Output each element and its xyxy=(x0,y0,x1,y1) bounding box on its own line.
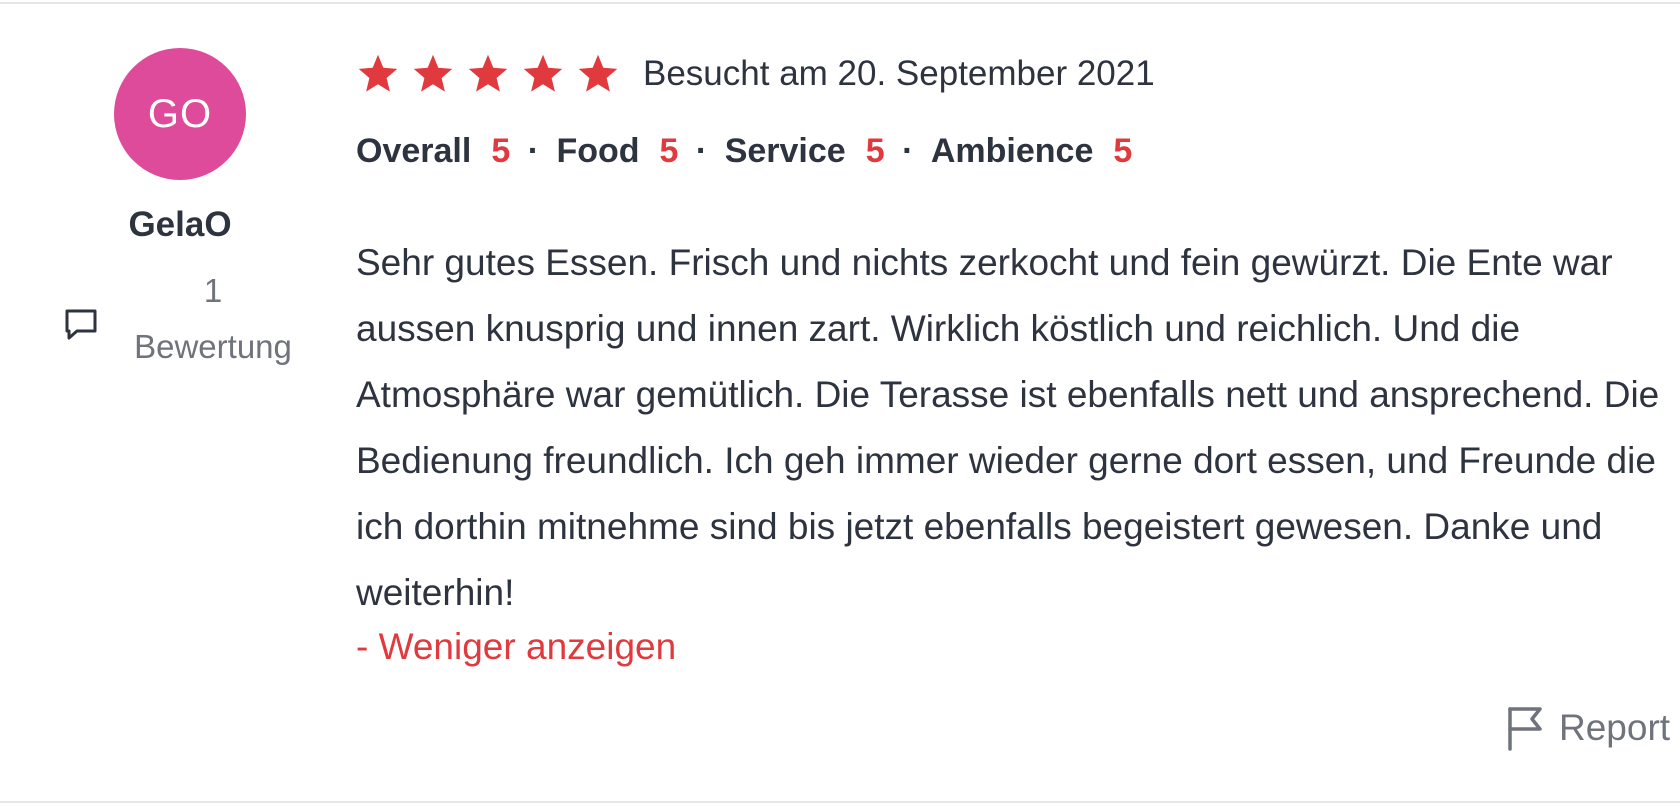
star-icon xyxy=(358,54,398,92)
star-icon xyxy=(523,54,563,92)
avatar: GO xyxy=(114,48,246,180)
rating-label-service: Service xyxy=(724,132,846,170)
rating-label-overall: Overall xyxy=(356,132,472,170)
rating-label-food: Food xyxy=(556,132,640,170)
star-icon xyxy=(578,54,618,92)
review-card: GO GelaO 1 Bewertung Besucht am 20. Sept… xyxy=(0,0,1680,807)
star-icon xyxy=(468,54,508,92)
rating-label-ambience: Ambience xyxy=(930,132,1094,170)
avatar-initials: GO xyxy=(147,91,213,136)
rating-score-overall: 5 xyxy=(491,132,511,170)
star-icon xyxy=(413,54,453,92)
rating-separator: · xyxy=(695,132,708,170)
report-button[interactable]: Report xyxy=(1505,705,1670,751)
star-rating xyxy=(356,52,620,96)
review-count-number: 1 xyxy=(203,272,223,309)
visit-date: Besucht am 20. September 2021 xyxy=(643,54,1155,93)
rating-separator: · xyxy=(902,132,914,170)
rating-score-ambience: 5 xyxy=(1113,132,1133,170)
rating-score-service: 5 xyxy=(865,132,885,170)
report-label: Report xyxy=(1559,707,1671,748)
reviewer-name: GelaO xyxy=(128,205,232,244)
bottom-divider xyxy=(0,801,1680,803)
show-less-link[interactable]: - Weniger anzeigen xyxy=(356,626,676,668)
review-count-label: Bewertung xyxy=(134,328,292,365)
review-text: Sehr gutes Essen. Frisch und nichts zerk… xyxy=(356,242,1660,613)
top-divider xyxy=(0,2,1680,4)
rating-score-food: 5 xyxy=(659,132,679,170)
flag-icon xyxy=(1508,707,1542,751)
comment-icon xyxy=(65,309,97,340)
rating-separator: · xyxy=(527,132,540,170)
category-ratings: Overall 5 · Food 5 · Service 5 · Ambience 5 xyxy=(356,132,1132,171)
